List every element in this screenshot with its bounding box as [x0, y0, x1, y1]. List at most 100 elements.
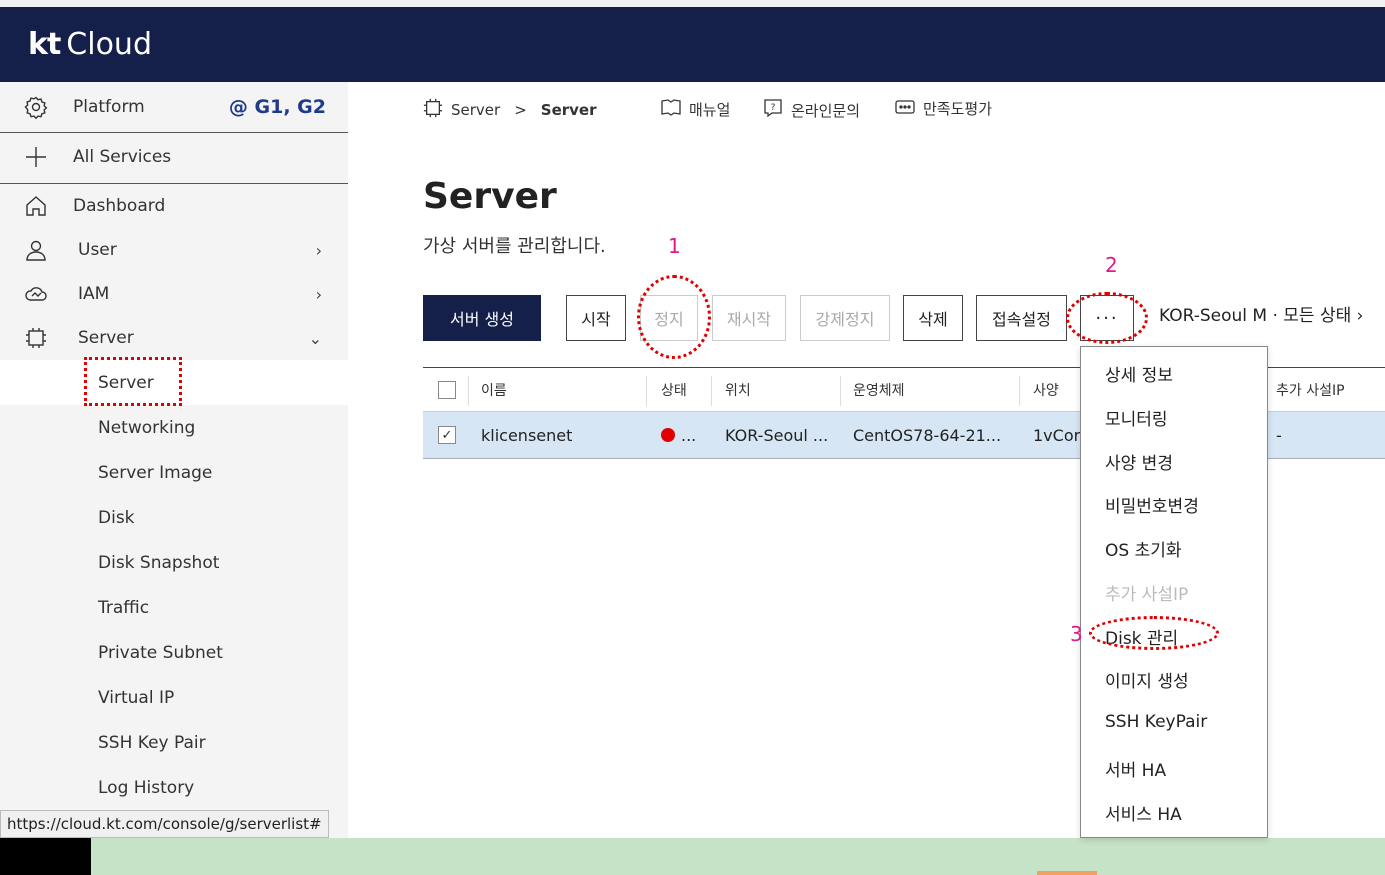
sidebar-subitem-disk[interactable]: Disk — [0, 495, 348, 540]
sidebar-item-label: All Services — [73, 147, 172, 167]
restart-button[interactable]: 재시작 — [712, 295, 786, 341]
menu-item-detail[interactable]: 상세 정보 — [1105, 361, 1173, 386]
logo-cloud: Cloud — [66, 27, 152, 62]
column-divider — [711, 376, 712, 406]
book-icon — [661, 98, 681, 120]
column-header-location[interactable]: 위치 — [725, 368, 751, 412]
sidebar-subitem-ssh-key-pair[interactable]: SSH Key Pair — [0, 720, 348, 765]
kt-cloud-logo[interactable]: kt Cloud — [28, 27, 152, 62]
sidebar-subitem-label: Disk Snapshot — [98, 552, 220, 573]
menu-item-create-image[interactable]: 이미지 생성 — [1105, 667, 1189, 692]
page-title: Server — [423, 176, 557, 217]
menu-item-server-ha[interactable]: 서버 HA — [1105, 756, 1166, 781]
row-os: CentOS78-64-21... — [853, 425, 1002, 445]
question-icon: ? — [763, 98, 783, 122]
page-description: 가상 서버를 관리합니다. — [423, 236, 606, 257]
sidebar-subitem-disk-snapshot[interactable]: Disk Snapshot — [0, 540, 348, 585]
menu-item-os-reset[interactable]: OS 초기화 — [1105, 536, 1182, 561]
chevron-right-icon: › — [315, 284, 322, 304]
annotation-circle-disk — [1089, 616, 1219, 650]
access-settings-button[interactable]: 접속설정 — [976, 295, 1067, 341]
sidebar-item-label: User — [78, 240, 117, 260]
menu-item-ssh-keypair[interactable]: SSH KeyPair — [1105, 712, 1207, 732]
chip-icon — [24, 326, 48, 350]
inquiry-label: 온라인문의 — [791, 101, 861, 120]
region-status-filter[interactable]: KOR-Seoul M · 모든 상태 › — [1159, 301, 1363, 326]
row-checkbox[interactable]: ✓ — [438, 412, 456, 458]
divider — [0, 132, 348, 133]
annotation-circle-more — [1066, 292, 1148, 344]
column-divider — [840, 376, 841, 406]
svg-text:?: ? — [771, 103, 776, 113]
create-server-button[interactable]: 서버 생성 — [423, 295, 541, 341]
app-header: kt Cloud — [0, 7, 1385, 82]
annotation-circle-stop — [637, 275, 711, 359]
breadcrumb: Server > Server — [423, 98, 597, 122]
annotation-number-3: 3 — [1070, 622, 1083, 646]
annotation-number-1: 1 — [668, 234, 681, 258]
sidebar-subitem-virtual-ip[interactable]: Virtual IP — [0, 675, 348, 720]
sidebar-subitem-label: Networking — [98, 417, 196, 438]
column-header-name[interactable]: 이름 — [481, 368, 507, 412]
sidebar-subitem-label: Disk — [98, 507, 135, 528]
row-extra-ip: - — [1276, 425, 1282, 445]
sidebar-subitem-label: Virtual IP — [98, 687, 175, 708]
sidebar-subitem-traffic[interactable]: Traffic — [0, 585, 348, 630]
menu-item-change-spec[interactable]: 사양 변경 — [1105, 449, 1173, 474]
breadcrumb-root[interactable]: Server — [451, 101, 500, 119]
platform-badge: @ G1, G2 — [228, 96, 326, 118]
browser-status-url: https://cloud.kt.com/console/g/serverlis… — [0, 810, 329, 838]
sidebar-item-label: Dashboard — [73, 196, 166, 216]
sidebar-subitem-label: Traffic — [98, 597, 150, 618]
dots-icon — [895, 99, 915, 118]
survey-label: 만족도평가 — [923, 100, 993, 118]
sidebar-item-all-services[interactable]: All Services — [0, 135, 348, 179]
sidebar-item-iam[interactable]: IAM › — [0, 272, 348, 316]
sidebar-subitem-log-history[interactable]: Log History — [0, 765, 348, 810]
row-status-text: ... — [681, 425, 697, 445]
sidebar-item-user[interactable]: User › — [0, 228, 348, 272]
logo-kt: kt — [28, 27, 61, 62]
delete-button[interactable]: 삭제 — [903, 295, 963, 341]
gear-icon — [24, 95, 48, 119]
column-header-extra-ip[interactable]: 추가 사설IP — [1276, 368, 1345, 412]
sidebar-subitem-networking[interactable]: Networking — [0, 405, 348, 450]
sidebar-item-server[interactable]: Server ⌄ — [0, 316, 348, 360]
column-header-spec[interactable]: 사양 — [1033, 368, 1059, 412]
column-header-os[interactable]: 운영체제 — [853, 368, 905, 412]
column-header-status[interactable]: 상태 — [661, 368, 687, 412]
survey-link[interactable]: 만족도평가 — [895, 98, 992, 119]
row-spec: 1vCor — [1033, 425, 1081, 445]
cloud-icon — [24, 282, 48, 306]
breadcrumb-current: Server — [540, 101, 597, 119]
sidebar-subitem-label: SSH Key Pair — [98, 732, 206, 753]
menu-item-service-ha[interactable]: 서비스 HA — [1105, 800, 1182, 825]
breadcrumb-separator: > — [514, 101, 527, 119]
sidebar-item-platform[interactable]: Platform @ G1, G2 — [0, 85, 348, 129]
menu-item-change-password[interactable]: 비밀번호변경 — [1105, 492, 1199, 517]
inquiry-link[interactable]: ? 온라인문의 — [763, 98, 860, 122]
taskbar-green — [91, 838, 1385, 875]
sidebar-subitem-private-subnet[interactable]: Private Subnet — [0, 630, 348, 675]
start-button[interactable]: 시작 — [566, 295, 626, 341]
row-location: KOR-Seoul ... — [725, 425, 829, 445]
row-name[interactable]: klicensenet — [481, 412, 572, 458]
sidebar-item-dashboard[interactable]: Dashboard — [0, 184, 348, 228]
chip-icon — [423, 98, 443, 122]
manual-label: 매뉴얼 — [689, 100, 731, 119]
user-icon — [24, 238, 48, 262]
force-stop-button[interactable]: 강제정지 — [800, 295, 890, 341]
plus-icon — [24, 145, 48, 169]
sidebar-item-label: IAM — [78, 284, 110, 304]
taskbar-accent — [1037, 871, 1097, 875]
select-all-checkbox[interactable] — [438, 368, 456, 412]
sidebar-subitem-server-image[interactable]: Server Image — [0, 450, 348, 495]
sidebar-subitem-label: Server Image — [98, 462, 213, 483]
column-divider — [1019, 376, 1020, 406]
more-actions-menu: 상세 정보 모니터링 사양 변경 비밀번호변경 OS 초기화 추가 사설IP D… — [1080, 346, 1268, 838]
menu-item-monitoring[interactable]: 모니터링 — [1105, 405, 1168, 430]
column-divider — [646, 376, 647, 406]
manual-link[interactable]: 매뉴얼 — [661, 98, 730, 120]
taskbar-black — [0, 838, 91, 875]
menu-item-extra-private-ip: 추가 사설IP — [1105, 585, 1189, 605]
